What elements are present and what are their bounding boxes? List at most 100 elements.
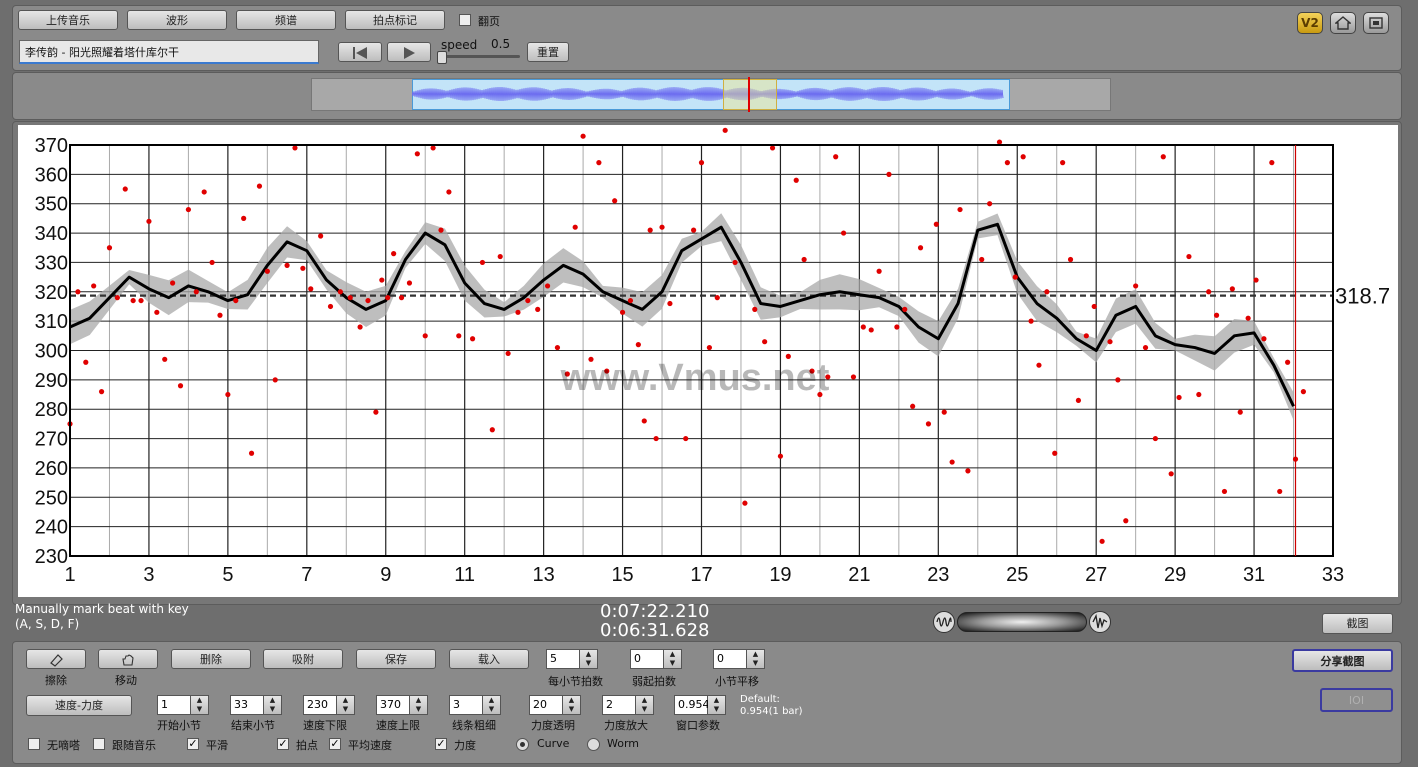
y-tick-label: 240 [35,517,68,539]
beat-point [337,289,343,295]
beat-point [933,221,939,227]
erase-label: 擦除 [45,674,67,687]
beat-point [1186,253,1192,260]
beat-point [1213,312,1220,318]
stepper-arrows[interactable]: ▲ ▼ [191,695,209,715]
stepper-arrows[interactable]: ▲ ▼ [410,695,428,715]
delete-button[interactable]: 删除 [171,649,251,669]
stepper-arrows[interactable]: ▲ ▼ [747,649,765,669]
window-value[interactable]: 0.954 [674,695,710,715]
move-button[interactable] [98,649,158,669]
tempo-min-stepper[interactable]: 230 ▲ ▼ [303,695,355,715]
beat-point-label: 拍点 [296,739,318,752]
beat-point [1044,289,1050,295]
beat-point [722,127,728,133]
stepper-arrows[interactable]: ▲ ▼ [264,695,282,715]
waveform-zoom-window[interactable] [723,79,777,110]
line-width-stepper[interactable]: 3 ▲ ▼ [449,695,501,715]
beat-point [1160,154,1166,160]
beat-point [1133,283,1139,289]
x-tick-label: 11 [454,564,475,586]
y-tick-label: 350 [35,194,68,216]
ioi-button[interactable]: IOI [1320,688,1393,712]
curve-radio[interactable] [516,738,529,751]
start-bar-value[interactable]: 1 [157,695,191,715]
tempo-min-value[interactable]: 230 [303,695,337,715]
dyn-alpha-value[interactable]: 20 [529,695,563,715]
play-button[interactable] [387,42,431,62]
stepper-arrows[interactable]: ▲ ▼ [580,649,598,669]
page-turn-checkbox[interactable] [459,14,471,26]
tempo-max-stepper[interactable]: 370 ▲ ▼ [376,695,428,715]
dyn-scale-stepper[interactable]: 2 ▲ ▼ [602,695,654,715]
volume-max-button[interactable] [1089,611,1111,633]
beat-point-checkbox[interactable]: ✓ [277,738,289,750]
waveform-button[interactable]: 波形 [127,10,227,30]
stepper-arrows[interactable]: ▲ ▼ [563,695,581,715]
window-stepper[interactable]: 0.954 ▲ ▼ [674,695,726,715]
dynamics-checkbox[interactable]: ✓ [435,738,447,750]
track-name-field[interactable]: 李传韵 - 阳光照耀着塔什库尔干 [19,40,319,64]
line-width-value[interactable]: 3 [449,695,483,715]
share-screenshot-button[interactable]: 分享截图 [1292,649,1393,672]
beats-per-bar-value[interactable]: 5 [546,649,580,669]
screenshot-button[interactable]: 截图 [1322,613,1393,634]
erase-button[interactable] [26,649,86,669]
beat-point [1245,315,1251,321]
beat-mark-button[interactable]: 拍点标记 [345,10,445,30]
end-bar-value[interactable]: 33 [230,695,264,715]
window-label: 窗口参数 [676,719,720,732]
reset-button[interactable]: 重置 [527,42,569,62]
start-bar-stepper[interactable]: 1 ▲ ▼ [157,695,209,715]
stepper-arrows[interactable]: ▲ ▼ [708,695,726,715]
hint-line-1: Manually mark beat with key [15,602,189,616]
speed-slider-handle[interactable] [437,51,447,64]
beat-point [318,233,324,239]
avg-tempo-checkbox[interactable]: ✓ [329,738,341,750]
page-turn-label: 翻页 [478,15,500,28]
stepper-arrows[interactable]: ▲ ▼ [636,695,654,715]
speed-slider-track[interactable] [440,55,520,58]
bar-shift-stepper[interactable]: 0 ▲ ▼ [713,649,765,669]
worm-radio[interactable] [587,738,600,751]
tempo-dynamics-button[interactable]: 速度-力度 [26,695,132,716]
pickup-stepper[interactable]: 0 ▲ ▼ [630,649,682,669]
dyn-scale-value[interactable]: 2 [602,695,636,715]
pickup-value[interactable]: 0 [630,649,664,669]
speed-value: 0.5 [491,37,511,51]
bar-shift-value[interactable]: 0 [713,649,747,669]
v2-button[interactable]: V2 [1297,12,1323,34]
volume-min-button[interactable] [933,611,955,633]
beat-point [347,295,353,301]
stepper-arrows[interactable]: ▲ ▼ [664,649,682,669]
no-metronome-checkbox[interactable] [28,738,40,750]
load-button[interactable]: 载入 [449,649,529,669]
snap-button[interactable]: 吸附 [263,649,343,669]
tempo-chart[interactable]: 318.7 230 240 250 260 270 280 290 300 310 320 330 3… [18,125,1398,597]
smooth-checkbox[interactable]: ✓ [187,738,199,750]
beats-per-bar-stepper[interactable]: 5 ▲ ▼ [546,649,598,669]
fullscreen-button[interactable] [1363,12,1389,34]
waveform-playhead[interactable] [748,77,750,112]
skip-start-button[interactable] [338,42,382,62]
dyn-alpha-stepper[interactable]: 20 ▲ ▼ [529,695,581,715]
end-bar-stepper[interactable]: 33 ▲ ▼ [230,695,282,715]
volume-slider[interactable] [957,612,1087,632]
follow-music-checkbox[interactable] [93,738,105,750]
stepper-arrows[interactable]: ▲ ▼ [337,695,355,715]
upload-music-button[interactable]: 上传音乐 [18,10,118,30]
tempo-max-value[interactable]: 370 [376,695,410,715]
stepper-arrows[interactable]: ▲ ▼ [483,695,501,715]
beat-point [762,339,768,345]
save-button[interactable]: 保存 [356,649,436,669]
beat-point [438,227,444,233]
beat-point [1004,160,1010,166]
y-tick-label: 260 [35,458,68,480]
x-tick-label: 23 [927,564,949,586]
beat-point [225,391,231,398]
home-button[interactable] [1330,12,1356,34]
beat-point [264,268,270,274]
skip-back-icon [353,47,367,59]
spectrum-button[interactable]: 频谱 [236,10,336,30]
beat-point [446,189,452,195]
